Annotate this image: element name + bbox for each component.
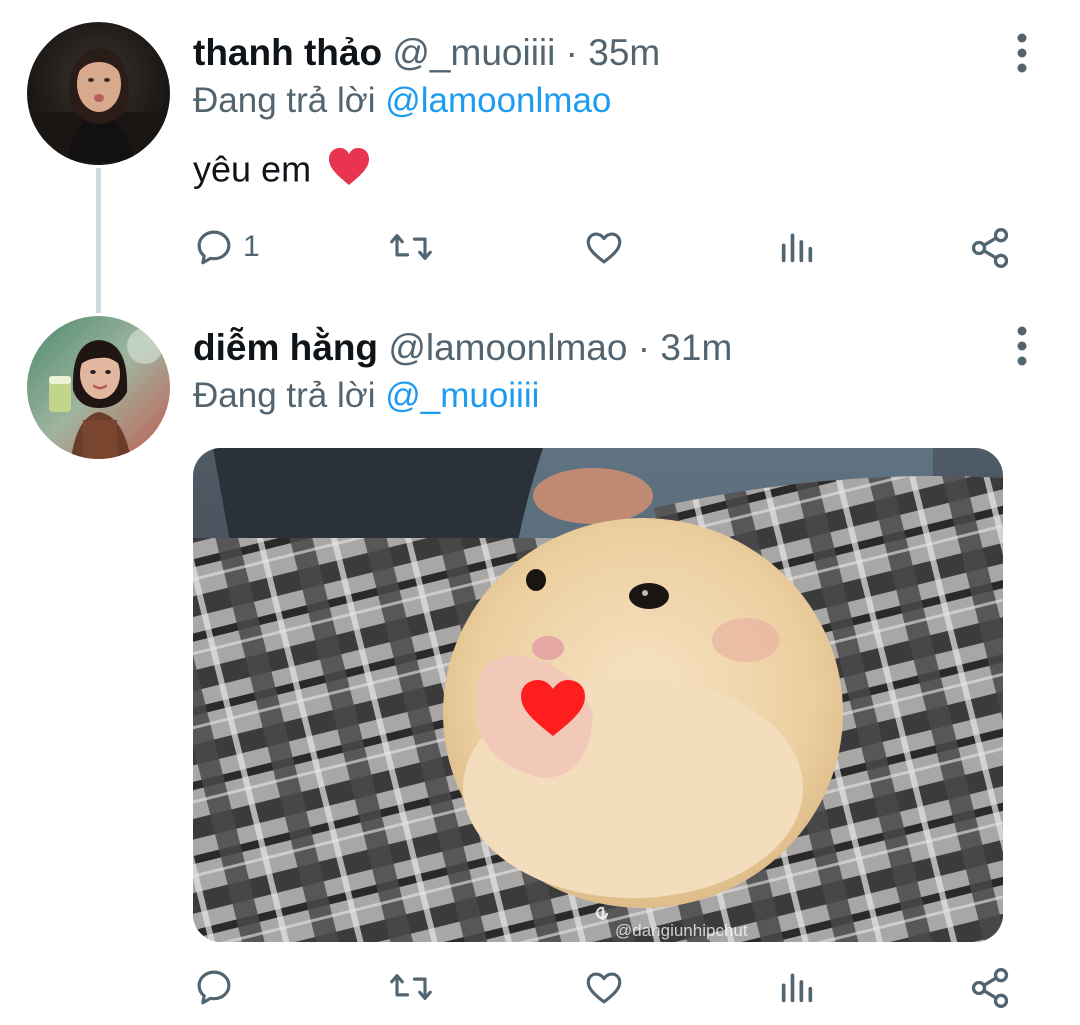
share-icon: [971, 228, 1009, 268]
views-icon: [781, 973, 813, 1003]
retweet-icon: [390, 974, 432, 1000]
display-name[interactable]: diễm hằng: [193, 327, 378, 368]
like-icon: [586, 972, 622, 1004]
mention-link[interactable]: @lamoonlmao: [385, 81, 611, 120]
hamster-photo-icon: @dangiunhipchut: [193, 448, 1003, 942]
views-icon: [781, 233, 813, 263]
retweet-icon: [390, 234, 432, 260]
tweet-media-image[interactable]: @dangiunhipchut: [193, 448, 1003, 942]
handle[interactable]: @_muoiiii: [392, 32, 555, 73]
share-button[interactable]: [968, 966, 1012, 1010]
separator: ·: [565, 32, 578, 73]
replying-label: Đang trả lời: [193, 376, 376, 415]
views-button[interactable]: [777, 226, 817, 268]
thread-connector: [96, 168, 101, 313]
reply-button[interactable]: [193, 966, 235, 1008]
replying-to: Đang trả lời @lamoonlmao: [193, 80, 611, 122]
reply-button[interactable]: 1: [193, 226, 260, 268]
share-button[interactable]: [968, 226, 1012, 270]
tweet-text: yêu em: [193, 148, 312, 190]
share-icon: [971, 968, 1009, 1008]
tweet-header: diễm hằng @lamoonlmao · 31m: [193, 326, 732, 370]
like-button[interactable]: [582, 966, 626, 1008]
avatar[interactable]: [27, 22, 170, 165]
like-button[interactable]: [582, 226, 626, 268]
replying-label: Đang trả lời: [193, 81, 376, 120]
more-options-button[interactable]: [1007, 322, 1037, 372]
handle[interactable]: @lamoonlmao: [388, 327, 627, 368]
more-vertical-icon: [1017, 33, 1027, 73]
views-button[interactable]: [777, 966, 817, 1008]
retweet-button[interactable]: [388, 226, 434, 268]
like-icon: [586, 232, 622, 264]
heart-emoji-icon: [327, 147, 371, 197]
separator: ·: [637, 327, 651, 368]
tweet-body: yêu em: [193, 147, 371, 197]
reply-icon: [197, 230, 231, 265]
retweet-button[interactable]: [388, 966, 434, 1008]
media-watermark: @dangiunhipchut: [615, 921, 748, 940]
tweet-header: thanh thảo @_muoiiii · 35m: [193, 31, 660, 75]
display-name[interactable]: thanh thảo: [193, 32, 382, 73]
reply-count: 1: [243, 230, 260, 263]
timestamp[interactable]: 35m: [588, 32, 660, 73]
avatar-photo-icon: [27, 22, 170, 165]
more-vertical-icon: [1017, 326, 1027, 366]
avatar-photo-icon: [27, 316, 170, 459]
mention-link[interactable]: @_muoiiii: [385, 376, 539, 415]
more-options-button[interactable]: [1007, 29, 1037, 79]
replying-to: Đang trả lời @_muoiiii: [193, 375, 539, 417]
reply-icon: [197, 970, 231, 1005]
avatar[interactable]: [27, 316, 170, 459]
timestamp[interactable]: 31m: [660, 327, 732, 368]
